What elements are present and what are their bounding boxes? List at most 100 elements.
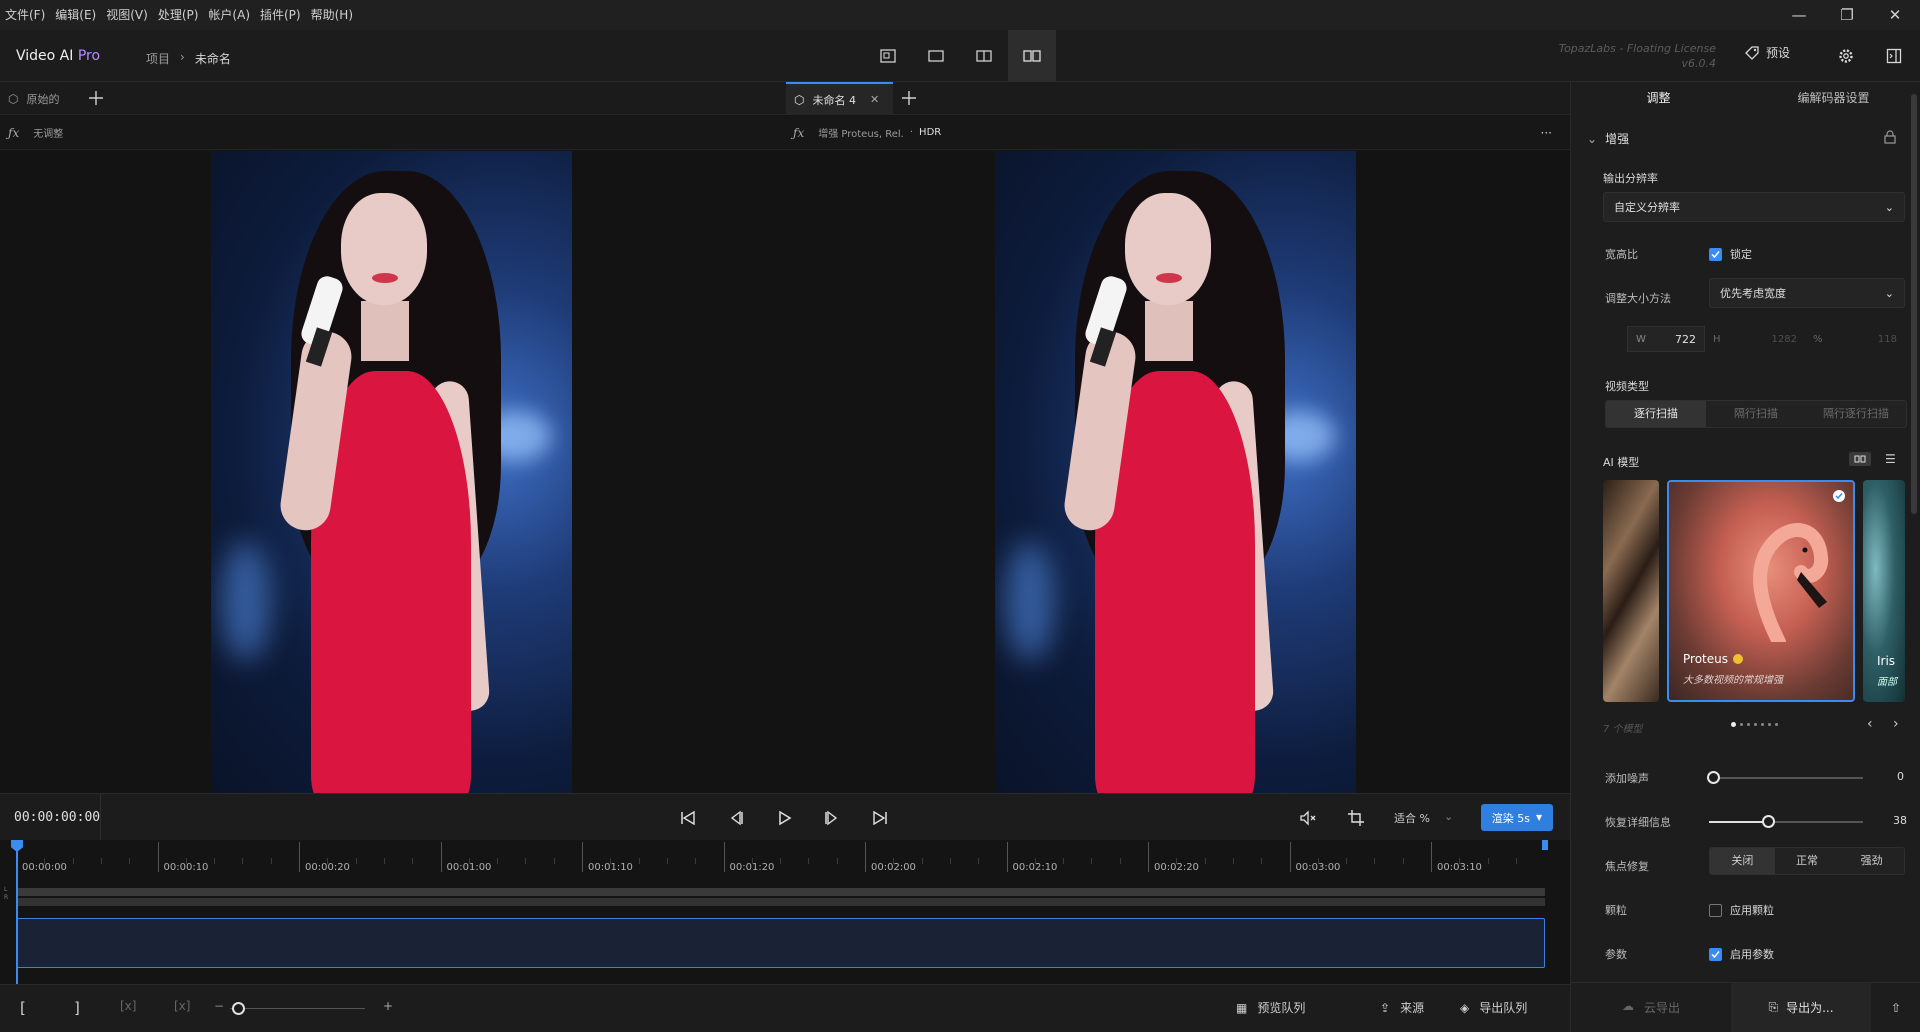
view-single-button[interactable] [864,30,912,82]
tab-untitled-4[interactable]: ⬡ 未命名 4 ✕ [786,82,893,115]
toggle-panel-button[interactable] [1884,46,1904,66]
percent-input[interactable]: % 118 [1805,326,1905,352]
video-type-interlaced[interactable]: 隔行扫描 [1706,401,1806,427]
aspect-lock-checkbox[interactable]: 锁定 [1709,246,1752,262]
more-options-button[interactable]: ··· [1541,126,1552,140]
play-button[interactable] [772,806,796,830]
lock-button[interactable] [1883,130,1897,147]
timeline-ruler[interactable]: 00:00:00 00:00:10 00:00:20 00:01:00 00:01:10… [16,840,1546,876]
breadcrumb-current: 未命名 [194,52,231,66]
model-card-proteus[interactable]: Proteus 大多数视频的常规增强 [1667,480,1855,702]
video-type-interlaced-progressive[interactable]: 隔行逐行扫描 [1806,401,1906,427]
view-side-by-side-button[interactable] [1008,30,1056,82]
share-button[interactable]: ⇧ [1871,1001,1920,1015]
mute-button[interactable] [1296,806,1320,830]
menu-account[interactable]: 帐户(A) [203,0,255,30]
crop-button[interactable] [1344,806,1368,830]
output-resolution-label: 输出分辨率 [1603,172,1658,185]
view-full-button[interactable] [912,30,960,82]
maximize-button[interactable]: ❐ [1824,0,1870,30]
model-card-iris[interactable]: Iris 面部 [1863,480,1905,702]
source-button[interactable]: ⇪ 来源 [1380,999,1424,1016]
cloud-export-button[interactable]: ☁ 云导出 [1571,999,1731,1016]
view-split-button[interactable] [960,30,1008,82]
menu-edit[interactable]: 编辑(E) [50,0,101,30]
focus-fix-off[interactable]: 关闭 [1710,848,1775,874]
out-point-marker[interactable] [1542,840,1548,850]
view-single-icon [880,49,896,63]
playhead[interactable] [16,840,18,984]
grid-view-button[interactable] [1849,452,1871,466]
output-resolution-select[interactable]: 自定义分辨率 ⌄ [1603,192,1905,222]
width-input[interactable]: W 722 [1627,326,1705,352]
settings-button[interactable] [1836,46,1856,66]
tab-codec-settings[interactable]: 编解码器设置 [1746,82,1920,115]
add-noise-knob[interactable] [1707,771,1720,784]
set-in-point-button[interactable]: [ [20,999,26,1017]
zoom-in-button[interactable]: + [383,999,393,1013]
go-to-start-button[interactable] [676,806,700,830]
export-as-button[interactable]: ⎘ 导出为... [1731,982,1871,1032]
tab-original[interactable]: ⬡ 原始的 [0,82,67,115]
clear-out-point-button[interactable]: [x] [174,999,190,1013]
tab-adjust[interactable]: 调整 [1571,82,1746,115]
close-window-button[interactable]: ✕ [1872,0,1918,30]
add-noise-slider[interactable] [1707,771,1863,784]
menu-help[interactable]: 帮助(H) [306,0,358,30]
video-type-segmented[interactable]: 逐行扫描 隔行扫描 隔行逐行扫描 [1605,400,1907,428]
model-proteus-name: Proteus [1683,652,1728,666]
zoom-slider[interactable] [230,1002,365,1015]
add-tab-button[interactable] [86,88,106,108]
go-to-end-button[interactable] [868,806,892,830]
video-type-progressive[interactable]: 逐行扫描 [1606,401,1706,427]
focus-fix-strong[interactable]: 强劲 [1839,848,1904,874]
version-text: v6.0.4 [1681,57,1717,70]
section-enhance-header[interactable]: ⌄ 增强 [1587,130,1629,147]
next-frame-button[interactable] [820,806,844,830]
video-track-clip[interactable] [16,918,1545,968]
menu-plugins[interactable]: 插件(P) [255,0,306,30]
prev-frame-button[interactable] [724,806,748,830]
carousel-prev-button[interactable]: ‹ [1867,716,1873,732]
breadcrumb-project[interactable]: 项目 [146,50,170,67]
left-adjust-label: 无调整 [33,129,64,140]
recover-detail-slider[interactable] [1709,815,1863,828]
focus-fix-normal[interactable]: 正常 [1775,848,1840,874]
add-tab-button[interactable] [899,88,919,108]
render-preview-button[interactable]: 渲染 5s ▼ [1481,804,1553,831]
preset-button[interactable]: 预设 [1744,44,1790,61]
carousel-dots[interactable] [1731,722,1778,727]
sidebar-icon [1886,48,1902,64]
enhanced-preview[interactable] [785,151,1570,793]
grain-checkbox[interactable]: 应用颗粒 [1709,902,1774,918]
menu-file[interactable]: 文件(F) [0,0,50,30]
zoom-slider-knob[interactable] [232,1002,245,1015]
params-checkbox[interactable]: 启用参数 [1709,946,1774,962]
close-tab-icon[interactable]: ✕ [870,93,879,106]
ruler-major-tick [1148,842,1149,872]
height-input[interactable]: H 1282 [1705,326,1805,352]
set-out-point-button[interactable]: ] [74,999,80,1017]
ruler-major-tick [1289,842,1291,872]
minimize-button[interactable]: — [1776,0,1822,30]
preview-queue-button[interactable]: ▦ 预览队列 [1236,999,1305,1016]
recover-detail-knob[interactable] [1761,815,1775,828]
audio-track-right [16,898,1545,906]
original-preview[interactable] [0,151,785,793]
timeline[interactable]: 00:00:00 00:00:10 00:00:20 00:01:00 00:01:10… [0,840,1570,984]
menu-bar: 文件(F) 编辑(E) 视图(V) 处理(P) 帐户(A) 插件(P) 帮助(H… [0,0,1920,30]
clear-in-point-button[interactable]: [x] [120,999,136,1013]
panel-scrollbar[interactable] [1911,94,1917,514]
menu-view[interactable]: 视图(V) [101,0,153,30]
focus-fix-segmented[interactable]: 关闭 正常 强劲 [1709,847,1905,875]
list-view-button[interactable]: ☰ [1885,452,1896,466]
model-card-prev[interactable] [1603,480,1659,702]
model-iris-name: Iris [1877,654,1896,668]
zoom-fit-select[interactable]: 适合 % ⌄ [1394,810,1453,826]
export-queue-button[interactable]: ◈ 导出队列 [1460,999,1527,1016]
resize-method-select[interactable]: 优先考虑宽度 ⌄ [1709,278,1905,308]
menu-process[interactable]: 处理(P) [153,0,204,30]
resize-method-label: 调整大小方法 [1605,292,1671,305]
carousel-next-button[interactable]: › [1893,716,1899,732]
zoom-out-button[interactable]: − [214,999,224,1013]
